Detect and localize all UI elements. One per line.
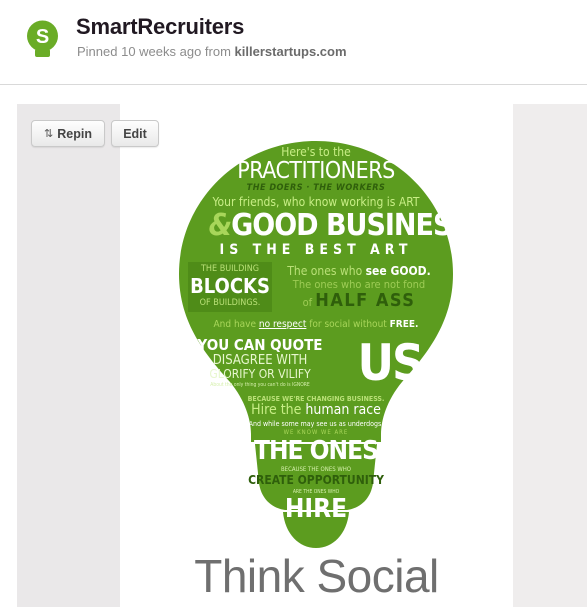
poster-line: And have no respect for social without F…	[213, 319, 419, 330]
right-gutter	[513, 104, 587, 607]
repin-label: Repin	[57, 126, 92, 141]
poster-line: OF BUILDINGS.	[199, 298, 261, 308]
poster-hire: HIRE	[284, 494, 348, 524]
poster-line: Here's to the	[281, 145, 351, 159]
poster-the-ones: THE ONES	[254, 436, 379, 466]
poster-good-business: &GOOD BUSINES	[189, 208, 471, 243]
poster-line: IS THE BEST ART	[219, 242, 413, 258]
poster-line: THE BUILDING	[200, 264, 260, 274]
poster-line: The ones who see GOOD.	[287, 264, 431, 278]
poster-blocks: BLOCKS	[190, 274, 270, 298]
lightbulb-graphic: Here's to the PRACTITIONERS THE DOERS · …	[175, 138, 457, 548]
poster-line: CREATE OPPORTUNITY	[248, 473, 384, 487]
edit-button[interactable]: Edit	[111, 120, 159, 147]
poster-line: Hire the human race	[251, 402, 381, 418]
board-avatar[interactable]: S	[24, 20, 61, 60]
poster-footer: Think Social	[194, 550, 439, 602]
poster-line: THE DOERS · THE WORKERS	[246, 183, 386, 193]
poster-line: WE KNOW WE ARE	[283, 429, 349, 436]
poster-line: GLORIFY OR VILIFY	[209, 367, 311, 381]
poster-line: Your friends, who know working is ART	[212, 195, 420, 209]
edit-label: Edit	[123, 126, 147, 141]
lightbulb-logo-icon: S	[27, 20, 58, 57]
pin-image[interactable]: Here's to the PRACTITIONERS THE DOERS · …	[120, 104, 513, 607]
poster-half-ass: of HALF ASS	[302, 290, 416, 311]
poster-line: BECAUSE THE ONES WHO	[280, 466, 352, 473]
poster-line: About the only thing you can't do is IGN…	[210, 382, 310, 388]
poster-line: DISAGREE WITH	[212, 353, 308, 368]
board-title[interactable]: SmartRecruiters	[76, 14, 244, 40]
pin-meta: Pinned 10 weeks ago from killerstartups.…	[77, 44, 347, 59]
good-business-text: GOOD BUSINES	[231, 208, 452, 243]
avatar-letter: S	[36, 26, 49, 48]
poster-line: YOU CAN QUOTE	[197, 336, 323, 354]
pin-header: S SmartRecruiters Pinned 10 weeks ago fr…	[0, 0, 587, 85]
repin-button[interactable]: ⇅ Repin	[31, 120, 105, 147]
poster-line: And while some may see us as underdogs,	[248, 420, 384, 428]
pushpin-icon: ⇅	[44, 128, 54, 140]
poster-headline: PRACTITIONERS	[237, 158, 395, 184]
ampersand-text: &	[208, 208, 233, 243]
pinned-time-text: Pinned 10 weeks ago from	[77, 44, 235, 59]
poster-us: US	[357, 334, 425, 392]
source-link[interactable]: killerstartups.com	[235, 44, 347, 59]
